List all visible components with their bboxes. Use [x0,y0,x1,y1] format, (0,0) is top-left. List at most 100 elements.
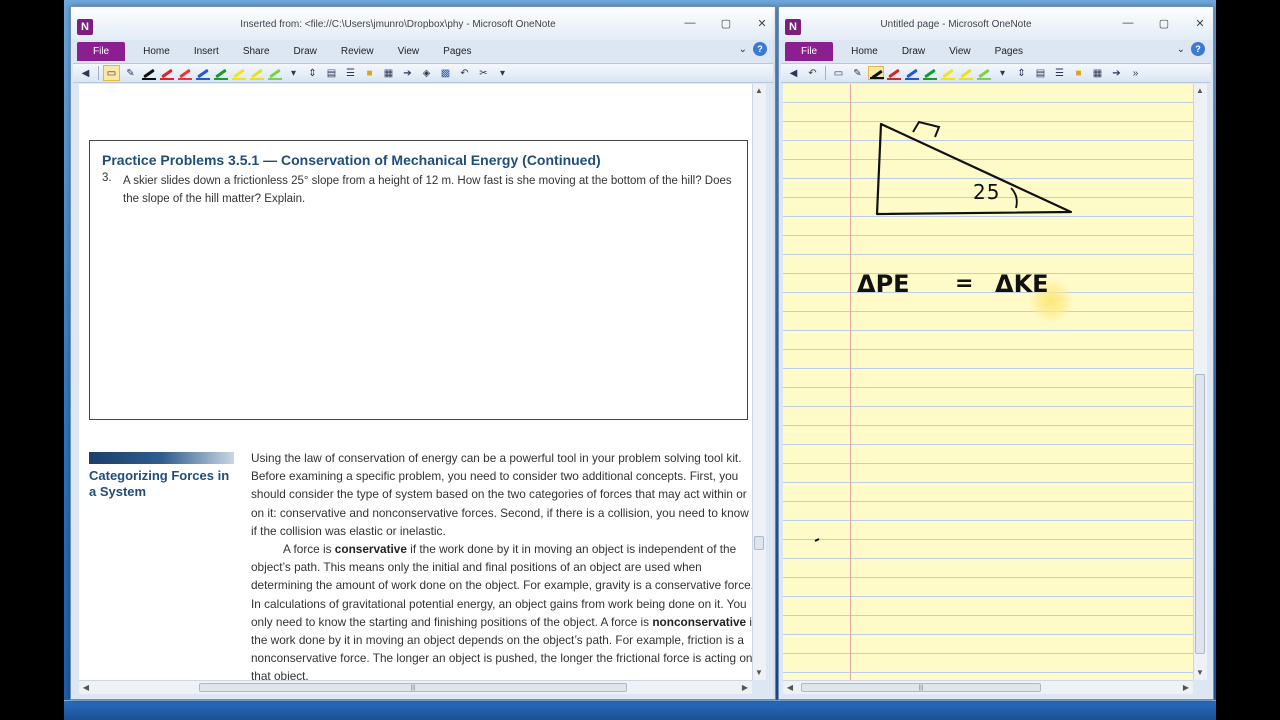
table-icon[interactable]: ▦ [1089,65,1106,81]
outline-icon[interactable]: ☰ [1051,65,1068,81]
tab-share[interactable]: Share [231,46,282,57]
tab-view[interactable]: View [386,46,432,57]
folder-icon[interactable]: ■ [1070,65,1087,81]
minimize-ribbon-chevron-icon[interactable]: ⌄ [739,44,747,55]
minimize-button[interactable]: — [683,17,697,30]
red-pen-icon[interactable] [177,66,193,80]
minimize-button[interactable]: — [1121,17,1135,30]
green-pen-icon[interactable] [922,66,938,80]
horizontal-scrollbar[interactable]: ◀ ||| ▶ [79,680,752,694]
insert-space-icon[interactable]: ⇕ [1013,65,1030,81]
customize-icon[interactable]: ▾ [494,65,511,81]
scroll-up-arrow[interactable]: ▲ [753,85,765,97]
title-bar[interactable]: N Inserted from: <file://C:\Users\jmunro… [71,7,775,40]
black-pen-icon[interactable] [868,66,884,80]
maximize-button[interactable]: ▢ [719,17,733,30]
onenote-app-icon[interactable]: N [77,19,93,35]
tab-review[interactable]: Review [329,46,386,57]
scroll-down-arrow[interactable]: ▼ [753,667,765,679]
insert-space-icon[interactable]: ⇕ [304,65,321,81]
back-arrow-icon[interactable]: ◀ [785,65,802,81]
minimize-ribbon-chevron-icon[interactable]: ⌄ [1177,44,1185,55]
blue-pen-icon[interactable] [904,66,920,80]
outline-icon[interactable]: ☰ [342,65,359,81]
undo-icon[interactable]: ↶ [456,65,473,81]
more-pens-icon[interactable]: ▾ [994,65,1011,81]
folder-icon[interactable]: ■ [361,65,378,81]
scroll-grip: ||| [918,685,924,691]
overflow-icon[interactable]: » [1127,65,1144,81]
document-page[interactable]: Practice Problems 3.5.1 — Conservation o… [79,84,755,683]
window-title: Inserted from: <file://C:\Users\jmunro\D… [240,19,556,30]
red-pen-icon[interactable] [159,66,175,80]
yellow-highlighter-icon[interactable] [249,66,265,80]
paragraph-1: Using the law of conservation of energy … [251,451,749,538]
triangle-angle-label: 25 [973,180,1001,204]
scroll-left-arrow[interactable]: ◀ [80,682,92,694]
tab-draw[interactable]: Draw [282,46,329,57]
tab-home[interactable]: Home [839,46,890,57]
scroll-right-arrow[interactable]: ▶ [739,682,751,694]
horizontal-scrollbar[interactable]: ◀ ||| ▶ [783,680,1193,694]
red-pen-icon[interactable] [886,66,902,80]
vertical-scrollbar[interactable]: ▲ ▼ [752,84,766,680]
angle-arc-ink [1010,187,1018,209]
arrow-icon[interactable]: ➔ [1108,65,1125,81]
hscroll-thumb[interactable]: ||| [801,683,1041,692]
hscroll-thumb[interactable]: ||| [199,683,627,692]
scroll-left-arrow[interactable]: ◀ [784,682,796,694]
yellow-highlighter-icon[interactable] [231,66,247,80]
p2-text-a: A force is [283,542,335,557]
body-text: Using the law of conservation of energy … [251,449,757,686]
help-icon[interactable]: ? [753,42,767,56]
ribbon-help-area: ⌄ ? [739,42,767,56]
tab-draw[interactable]: Draw [890,46,937,57]
scroll-up-arrow[interactable]: ▲ [1194,85,1206,97]
undo-icon[interactable]: ↶ [804,65,821,81]
note-page[interactable]: 25 ΔPE = ΔKE [783,84,1193,680]
green-pen-icon[interactable] [213,66,229,80]
title-bar[interactable]: N Untitled page - Microsoft OneNote — ▢ … [779,7,1213,40]
help-icon[interactable]: ? [1191,42,1205,56]
green-highlighter-icon[interactable] [267,66,283,80]
more-pens-icon[interactable]: ▾ [285,65,302,81]
tag-icon[interactable]: ◈ [418,65,435,81]
select-icon[interactable]: ▭ [830,65,847,81]
tab-file[interactable]: File [785,41,834,61]
equation-right: ΔKE [995,270,1049,298]
scroll-thumb[interactable] [754,536,764,550]
blue-pen-icon[interactable] [195,66,211,80]
back-arrow-icon[interactable]: ◀ [77,65,94,81]
select-icon[interactable]: ▭ [103,65,120,81]
note-icon[interactable]: ▤ [323,65,340,81]
scroll-right-arrow[interactable]: ▶ [1180,682,1192,694]
lasso-icon[interactable]: ✎ [849,65,866,81]
ribbon-tabs: File Home Draw View Pages [779,41,1213,61]
tab-pages[interactable]: Pages [983,46,1035,57]
lasso-icon[interactable]: ✎ [122,65,139,81]
maximize-button[interactable]: ▢ [1157,17,1171,30]
tools-icon[interactable]: ✂ [475,65,492,81]
sidebar-gradient-bar [89,452,234,464]
table-icon[interactable]: ▦ [380,65,397,81]
black-pen-icon[interactable] [141,66,157,80]
arrow-icon[interactable]: ➔ [399,65,416,81]
tab-home[interactable]: Home [131,46,182,57]
tab-insert[interactable]: Insert [182,46,231,57]
scroll-thumb[interactable] [1195,374,1205,654]
close-button[interactable]: ✕ [1193,17,1207,30]
tab-pages[interactable]: Pages [431,46,483,57]
close-button[interactable]: ✕ [755,17,769,30]
toolbar-separator [825,66,826,80]
scroll-down-arrow[interactable]: ▼ [1194,667,1206,679]
yellow-highlighter-icon[interactable] [958,66,974,80]
tab-view[interactable]: View [937,46,983,57]
grid-icon[interactable]: ▩ [437,65,454,81]
ink-drawing [814,120,1073,542]
yellow-highlighter-icon[interactable] [940,66,956,80]
vertical-scrollbar[interactable]: ▲ ▼ [1193,84,1207,680]
note-icon[interactable]: ▤ [1032,65,1049,81]
onenote-app-icon[interactable]: N [785,19,801,35]
tab-file[interactable]: File [77,41,126,61]
green-highlighter-icon[interactable] [976,66,992,80]
